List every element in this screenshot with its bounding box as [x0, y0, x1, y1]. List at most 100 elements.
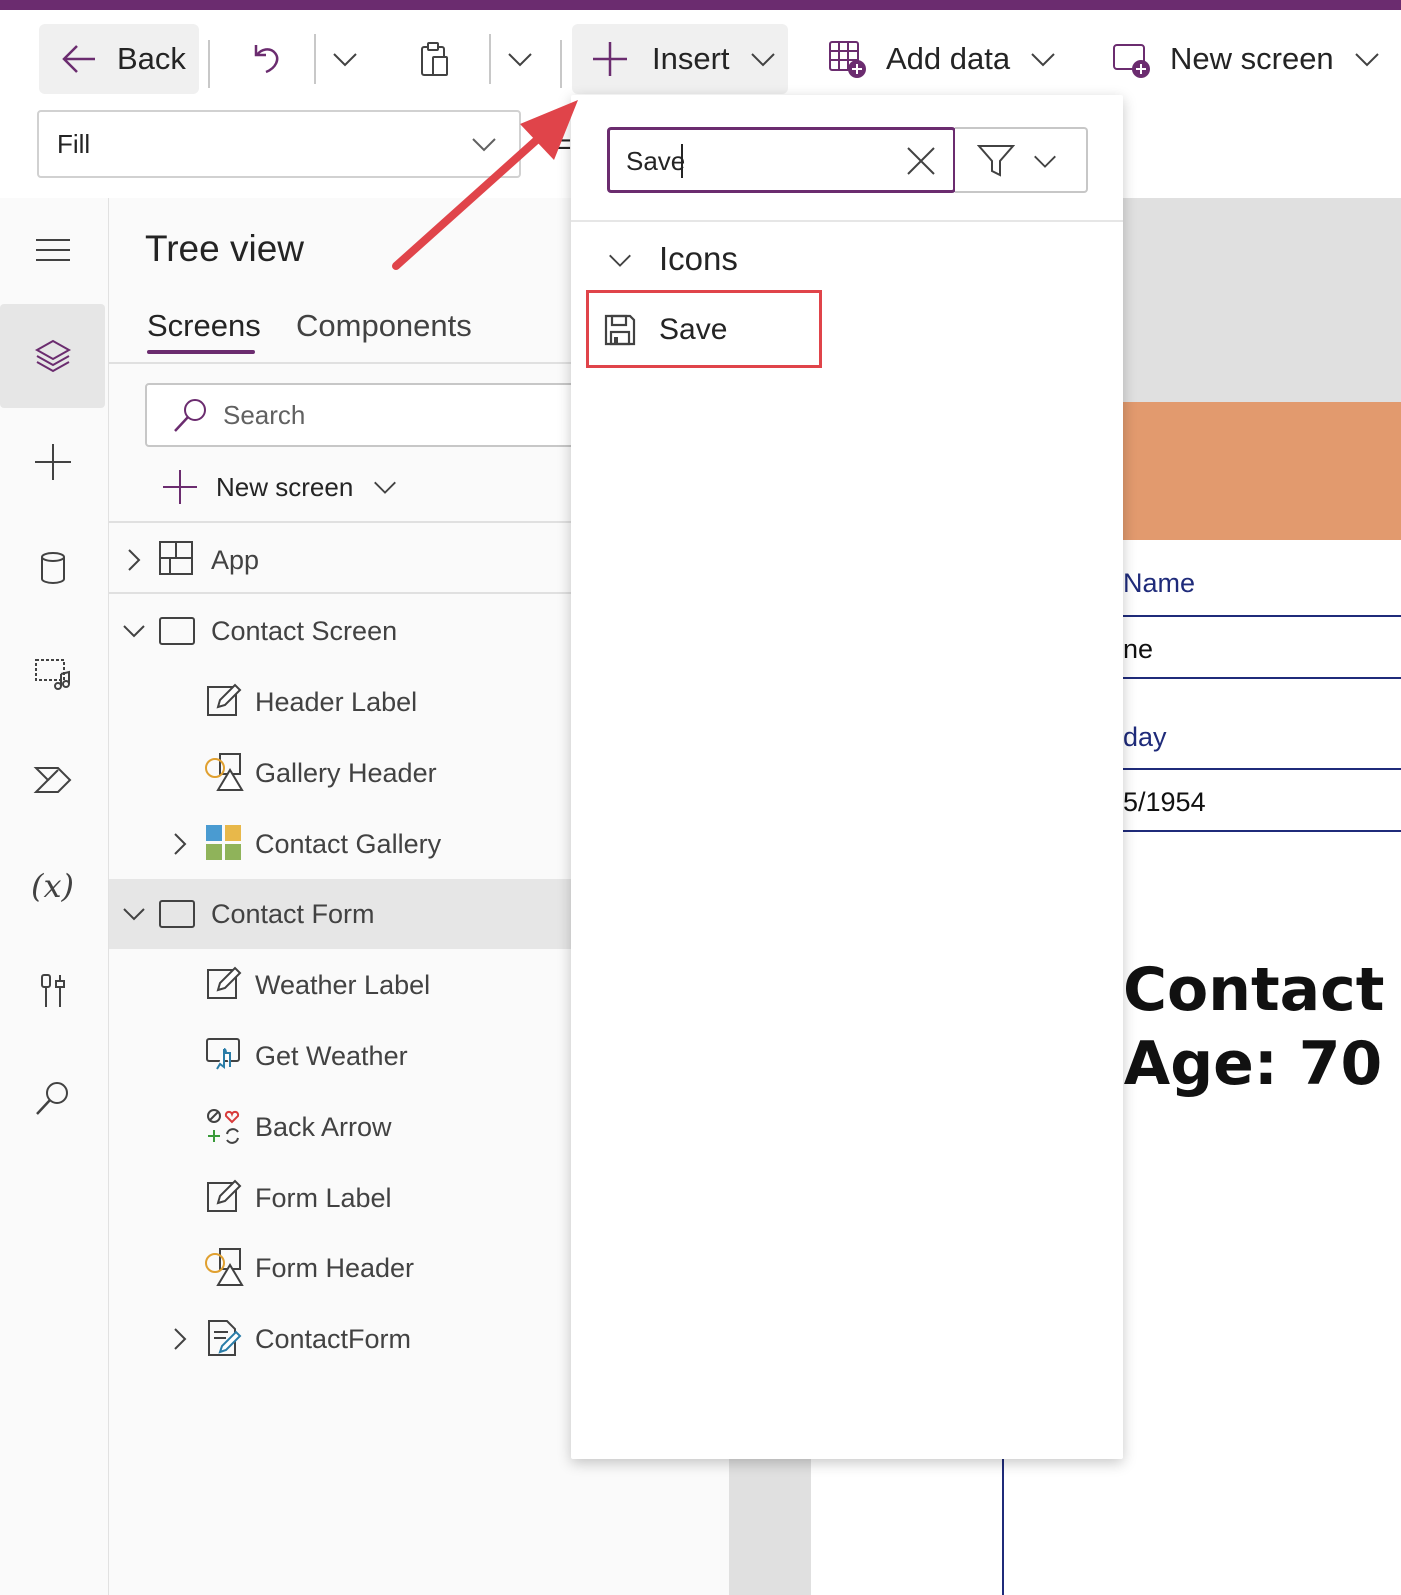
screen-icon: [157, 612, 197, 652]
tree-item-label: Contact Gallery: [255, 828, 442, 859]
layers-icon: [33, 336, 73, 376]
divider: [109, 592, 571, 594]
paste-dropdown-button[interactable]: [505, 24, 545, 94]
field-label: day: [1123, 722, 1167, 752]
tree-item-label: Form Label: [255, 1182, 392, 1213]
media-icon: [33, 654, 73, 694]
menu-button[interactable]: [0, 198, 105, 302]
tree-item-get-weather[interactable]: Get Weather: [109, 1021, 571, 1091]
field-border: [1123, 768, 1401, 770]
label-edit-icon: [204, 681, 244, 721]
undo-button[interactable]: [240, 24, 300, 94]
title-line: Age: 70: [1123, 1029, 1383, 1099]
variables-icon: (x): [30, 867, 74, 905]
tab-components[interactable]: Components: [296, 308, 472, 344]
tree-item-back-arrow[interactable]: Back Arrow: [109, 1092, 571, 1162]
add-data-button[interactable]: Add data: [826, 24, 1066, 94]
contact-age-label: Contact Age: 70: [1123, 953, 1385, 1101]
media-button[interactable]: [0, 622, 105, 726]
back-button[interactable]: Back: [39, 24, 199, 94]
field-value[interactable]: ne: [1123, 634, 1153, 665]
tab-screens[interactable]: Screens: [147, 308, 261, 344]
divider: [489, 34, 491, 84]
tree-item-contact-screen[interactable]: Contact Screen: [109, 596, 571, 666]
tree-view-title: Tree view: [145, 228, 305, 269]
icons-collapse-toggle[interactable]: [606, 246, 634, 274]
clipboard-icon: [415, 39, 455, 79]
insert-search-input[interactable]: Save: [607, 127, 956, 193]
button-click-icon: [204, 1035, 244, 1075]
tree-view-button[interactable]: [0, 304, 105, 408]
back-arrow-icon: [59, 39, 99, 79]
chevron-right-icon: [167, 1326, 193, 1352]
chevron-down-icon: [606, 246, 634, 274]
chevron-down-icon: [748, 44, 778, 74]
chevron-down-icon: [330, 44, 360, 74]
search-rail-button[interactable]: [0, 1046, 105, 1150]
plus-icon: [160, 467, 200, 507]
clear-icon[interactable]: [904, 144, 938, 178]
tree-item-contact-gallery[interactable]: Contact Gallery: [109, 809, 571, 879]
canvas-gutter: [1123, 198, 1401, 403]
chevron-down-icon: [1031, 147, 1059, 175]
divider: [314, 34, 316, 84]
app-icon: [157, 539, 197, 579]
insert-button[interactable]: Insert: [572, 24, 788, 94]
undo-dropdown-button[interactable]: [330, 24, 370, 94]
tree-item-form-label[interactable]: Form Label: [109, 1163, 571, 1233]
icons-category-heading: Icons: [659, 240, 738, 277]
tree-item-weather-label[interactable]: Weather Label: [109, 950, 571, 1020]
tree-item-header-label[interactable]: Header Label: [109, 667, 571, 737]
advanced-tools-button[interactable]: [0, 940, 105, 1044]
screen-icon: [157, 895, 197, 935]
command-bar: Back Insert Add data New screen: [0, 10, 1401, 108]
insert-rail-button[interactable]: [0, 410, 105, 514]
tree-item-contact-form[interactable]: Contact Form: [109, 879, 571, 949]
insert-label: Insert: [652, 41, 730, 76]
variables-button[interactable]: (x): [0, 834, 105, 938]
power-automate-icon: [33, 760, 73, 800]
left-rail: (x): [0, 198, 109, 1595]
chevron-down-icon: [121, 901, 147, 927]
tree-item-form-header[interactable]: Form Header: [109, 1233, 571, 1303]
tree-search-input[interactable]: Search: [145, 383, 615, 447]
tree-item-label: Gallery Header: [255, 757, 437, 788]
add-data-label: Add data: [886, 41, 1011, 76]
paste-button[interactable]: [415, 24, 465, 94]
field-value[interactable]: 5/1954: [1123, 787, 1206, 818]
chevron-down-icon: [371, 473, 399, 501]
search-icon: [33, 1078, 73, 1118]
save-icon: [603, 313, 637, 347]
tree-new-screen-button[interactable]: New screen: [160, 465, 399, 509]
canvas-screen-bottom: [811, 1458, 1123, 1595]
label-edit-icon: [204, 1177, 244, 1217]
text-caret: [681, 144, 683, 178]
new-screen-button[interactable]: New screen: [1110, 24, 1401, 94]
tree-item-gallery-header[interactable]: Gallery Header: [109, 738, 571, 808]
power-automate-button[interactable]: [0, 728, 105, 832]
save-result-label: Save: [659, 313, 728, 346]
save-icon-result[interactable]: Save: [586, 290, 822, 368]
chevron-down-icon: [505, 44, 535, 74]
filter-icon: [977, 143, 1015, 179]
data-button[interactable]: [0, 516, 105, 620]
tools-icon: [33, 972, 73, 1012]
table-add-icon: [826, 38, 868, 80]
title-line: Contact: [1123, 955, 1385, 1025]
label-edit-icon: [204, 964, 244, 1004]
field-label: Name: [1123, 568, 1196, 598]
plus-icon: [33, 442, 73, 482]
tree-item-contactform[interactable]: ContactForm: [109, 1304, 571, 1374]
new-screen-label: New screen: [1170, 41, 1334, 76]
tree-item-app[interactable]: App: [109, 525, 571, 595]
filter-button[interactable]: [955, 127, 1088, 193]
icons-group-icon: [204, 1106, 244, 1146]
chevron-down-icon: [121, 618, 147, 644]
canvas-gutter: [729, 1458, 811, 1595]
tree-item-label: Get Weather: [255, 1040, 408, 1071]
form-divider-line: [1002, 1458, 1004, 1595]
undo-icon: [246, 39, 286, 79]
divider: [571, 220, 1123, 222]
tree-item-label: Weather Label: [255, 969, 431, 1000]
divider: [208, 40, 210, 88]
